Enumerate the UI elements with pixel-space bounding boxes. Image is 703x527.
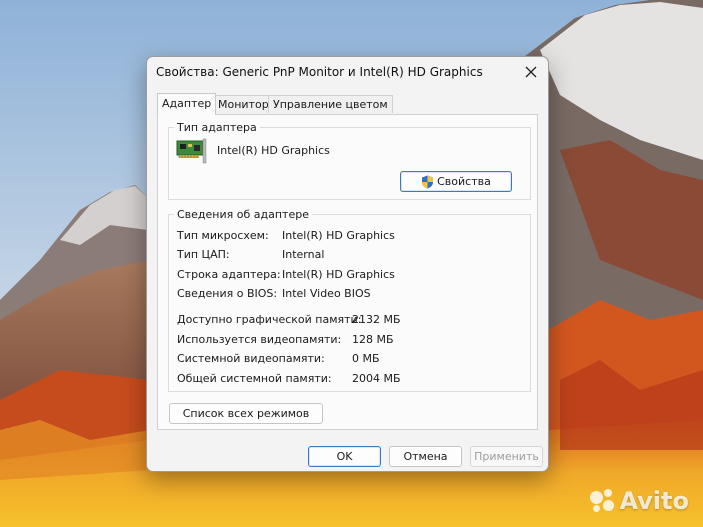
dialog-footer: OK Отмена Применить <box>147 435 548 471</box>
title-bar[interactable]: Свойства: Generic PnP Monitor и Intel(R)… <box>147 57 548 89</box>
adapter-name: Intel(R) HD Graphics <box>217 144 330 157</box>
adapter-info-group: Сведения об адаптере Тип микросхем: Inte… <box>168 208 531 392</box>
avito-watermark-text: Avito <box>619 487 689 515</box>
memory-value: 0 МБ <box>352 352 380 365</box>
list-all-modes-button[interactable]: Список всех режимов <box>169 403 323 424</box>
ok-button[interactable]: OK <box>308 446 381 467</box>
close-icon <box>525 66 537 78</box>
memory-label: Системной видеопамяти: <box>177 352 325 365</box>
info-value: Intel Video BIOS <box>282 287 371 300</box>
window-title: Свойства: Generic PnP Monitor и Intel(R)… <box>156 65 483 79</box>
uac-shield-icon <box>422 175 434 188</box>
memory-value: 2004 МБ <box>352 372 401 385</box>
adapter-info-group-label: Сведения об адаптере <box>174 208 312 221</box>
adapter-tab-panel: Тип адаптера Intel(R) HD Graphics Свойст… <box>157 114 538 430</box>
avito-watermark: Avito <box>590 487 689 515</box>
adapter-properties-button[interactable]: Свойства <box>400 171 512 192</box>
memory-label: Общей системной памяти: <box>177 372 332 385</box>
close-button[interactable] <box>514 57 548 87</box>
tab-monitor[interactable]: Монитор <box>213 95 274 113</box>
avito-logo-icon <box>590 489 615 513</box>
adapter-type-group: Тип адаптера Intel(R) HD Graphics Свойст… <box>168 121 531 200</box>
tab-adapter[interactable]: Адаптер <box>157 93 217 115</box>
adapter-type-group-label: Тип адаптера <box>174 121 260 134</box>
info-value: Intel(R) HD Graphics <box>282 229 395 242</box>
info-label: Тип ЦАП: <box>177 248 230 261</box>
apply-button[interactable]: Применить <box>470 446 543 467</box>
info-label: Строка адаптера: <box>177 268 281 281</box>
info-value: Internal <box>282 248 325 261</box>
adapter-properties-button-label: Свойства <box>437 175 491 188</box>
display-properties-dialog: Свойства: Generic PnP Monitor и Intel(R)… <box>146 56 549 472</box>
cancel-button[interactable]: Отмена <box>389 446 462 467</box>
memory-label: Используется видеопамяти: <box>177 333 342 346</box>
display-adapter-card-icon <box>175 137 207 165</box>
info-label: Сведения о BIOS: <box>177 287 278 300</box>
info-label: Тип микросхем: <box>177 229 269 242</box>
memory-label: Доступно графической памяти: <box>177 313 362 326</box>
memory-value: 128 МБ <box>352 333 394 346</box>
memory-value: 2132 МБ <box>352 313 401 326</box>
tab-color-management[interactable]: Управление цветом <box>268 95 393 113</box>
info-value: Intel(R) HD Graphics <box>282 268 395 281</box>
